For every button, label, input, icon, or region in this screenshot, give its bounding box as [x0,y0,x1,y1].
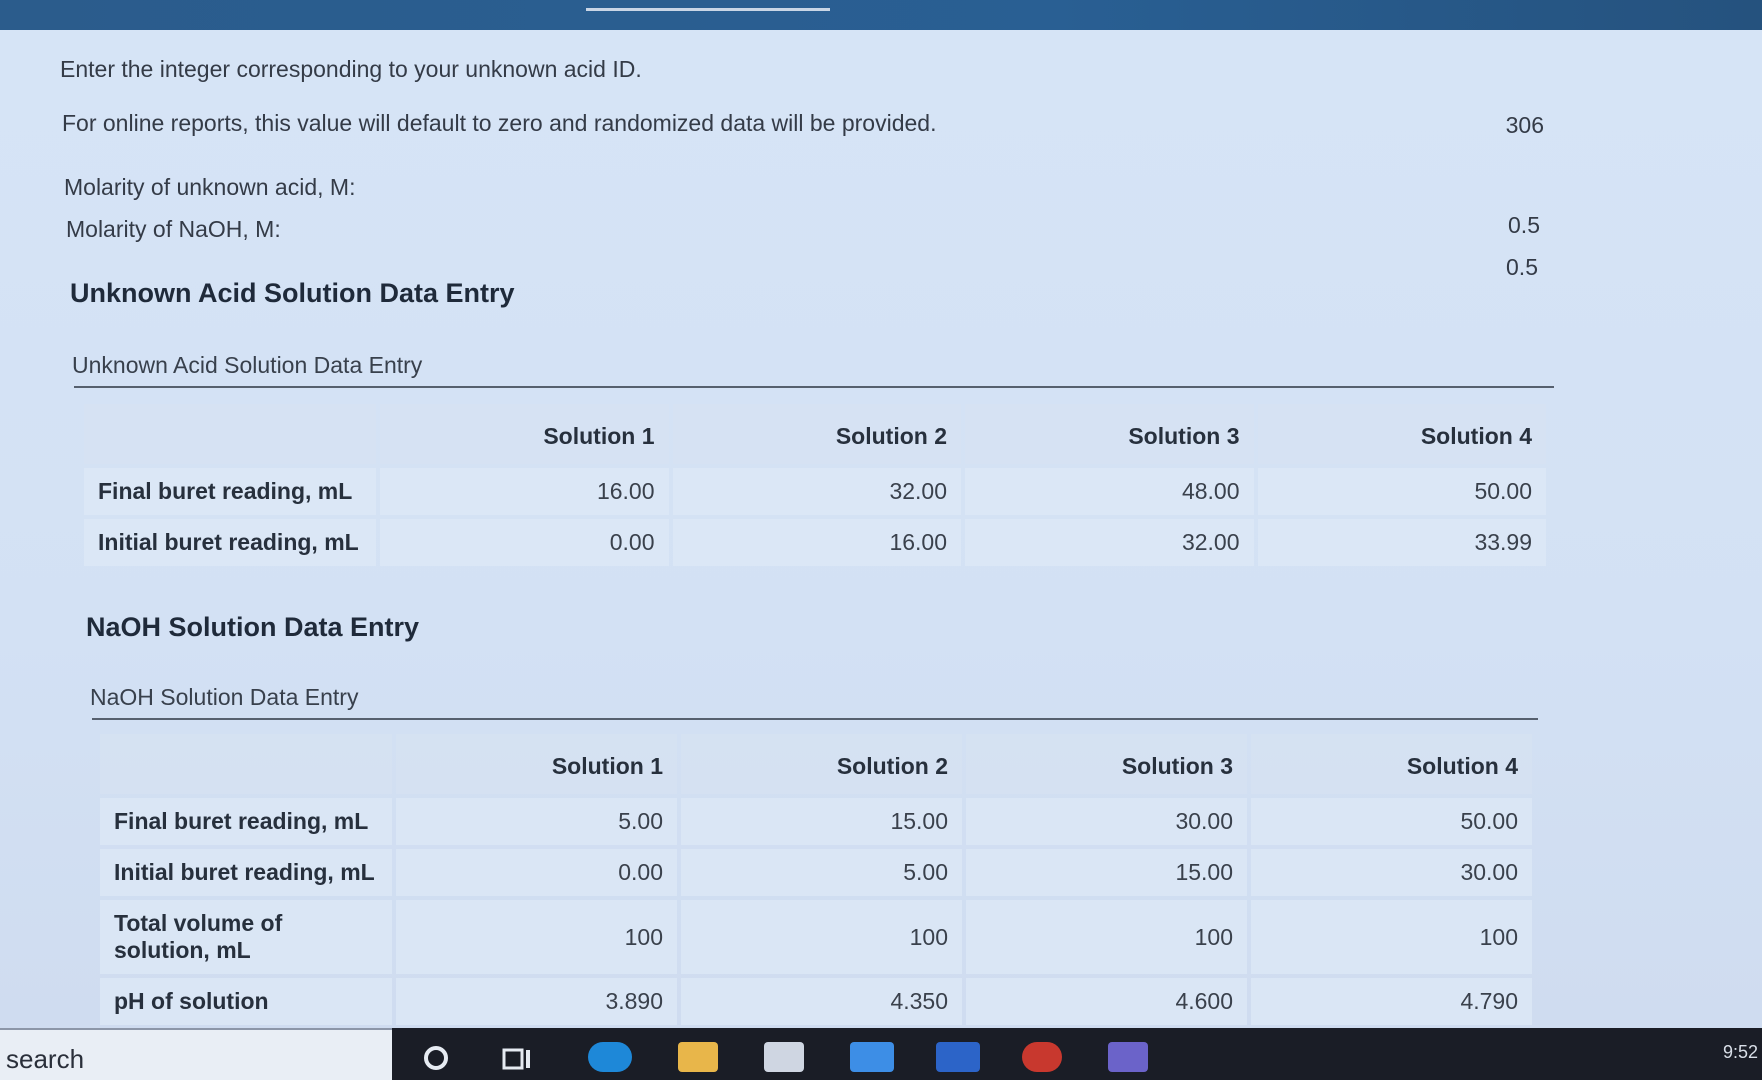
naoh-table-rule [92,718,1538,720]
acid-initial-solution-2[interactable]: 16.00 [672,519,961,566]
molarity-naoh-value[interactable]: 0.5 [1418,254,1538,281]
table-corner [84,404,376,464]
acid-final-solution-3[interactable]: 48.00 [965,468,1254,515]
naoh-row-final-label: Final buret reading, mL [100,798,392,845]
naoh-row-ph-label: pH of solution [100,978,392,1025]
acid-initial-solution-3[interactable]: 32.00 [965,519,1254,566]
naoh-volume-solution-3[interactable]: 100 [966,900,1247,974]
naoh-initial-solution-2[interactable]: 5.00 [681,849,962,896]
molarity-acid-value[interactable]: 0.5 [1420,212,1540,239]
molarity-acid-label: Molarity of unknown acid, M: [64,174,356,200]
acid-row-final-label: Final buret reading, mL [84,468,376,515]
word-icon[interactable] [936,1042,980,1072]
online-report-note: For online reports, this value will defa… [62,110,937,136]
table-corner [100,734,392,794]
table-row: pH of solution 3.890 4.350 4.600 4.790 [100,978,1532,1025]
naoh-final-solution-2[interactable]: 15.00 [681,798,962,845]
naoh-initial-solution-4[interactable]: 30.00 [1251,849,1532,896]
naoh-col-solution-3: Solution 3 [966,734,1247,794]
naoh-final-solution-1[interactable]: 5.00 [396,798,677,845]
acid-col-solution-4: Solution 4 [1257,404,1546,464]
windows-taskbar: search 9:52 [0,1028,1762,1080]
report-page: Enter the integer corresponding to your … [0,30,1762,1028]
acid-id-value[interactable]: 306 [1424,112,1544,139]
browser-top-bar [0,0,1762,30]
naoh-volume-solution-4[interactable]: 100 [1251,900,1532,974]
naoh-col-solution-2: Solution 2 [681,734,962,794]
acid-initial-solution-4[interactable]: 33.99 [1257,519,1546,566]
acid-col-solution-2: Solution 2 [672,404,961,464]
acid-id-instruction: Enter the integer corresponding to your … [60,56,642,82]
file-explorer-icon[interactable] [678,1042,718,1072]
store-icon[interactable] [764,1042,804,1072]
naoh-data-table: Solution 1 Solution 2 Solution 3 Solutio… [96,730,1536,1029]
teams-icon[interactable] [1108,1042,1148,1072]
app-icon[interactable] [1022,1042,1062,1072]
naoh-table-caption: NaOH Solution Data Entry [90,684,359,710]
edge-icon[interactable] [588,1042,632,1072]
acid-final-solution-4[interactable]: 50.00 [1257,468,1546,515]
naoh-ph-solution-1[interactable]: 3.890 [396,978,677,1025]
naoh-ph-solution-2[interactable]: 4.350 [681,978,962,1025]
naoh-final-solution-3[interactable]: 30.00 [966,798,1247,845]
naoh-ph-solution-3[interactable]: 4.600 [966,978,1247,1025]
mail-icon[interactable] [850,1042,894,1072]
acid-final-solution-2[interactable]: 32.00 [672,468,961,515]
acid-data-table: Solution 1 Solution 2 Solution 3 Solutio… [80,400,1550,570]
naoh-ph-solution-4[interactable]: 4.790 [1251,978,1532,1025]
acid-table-caption: Unknown Acid Solution Data Entry [72,352,423,378]
active-tab-indicator[interactable] [586,8,830,11]
molarity-naoh-label: Molarity of NaOH, M: [66,216,281,242]
naoh-row-total-volume-label: Total volume of solution, mL [100,900,392,974]
search-label: search [6,1044,85,1074]
naoh-volume-solution-2[interactable]: 100 [681,900,962,974]
acid-final-solution-1[interactable]: 16.00 [380,468,669,515]
taskbar-search-input[interactable]: search [0,1028,392,1080]
naoh-col-solution-4: Solution 4 [1251,734,1532,794]
table-row: Initial buret reading, mL 0.00 5.00 15.0… [100,849,1532,896]
acid-table-rule [74,386,1554,388]
acid-row-initial-label: Initial buret reading, mL [84,519,376,566]
naoh-section-title: NaOH Solution Data Entry [86,612,420,642]
cortana-icon[interactable] [418,1042,454,1072]
taskbar-clock[interactable]: 9:52 [1723,1042,1758,1063]
naoh-final-solution-4[interactable]: 50.00 [1251,798,1532,845]
table-row: Final buret reading, mL 5.00 15.00 30.00… [100,798,1532,845]
acid-col-solution-3: Solution 3 [965,404,1254,464]
naoh-row-initial-label: Initial buret reading, mL [100,849,392,896]
table-row: Total volume of solution, mL 100 100 100… [100,900,1532,974]
acid-initial-solution-1[interactable]: 0.00 [380,519,669,566]
acid-col-solution-1: Solution 1 [380,404,669,464]
naoh-initial-solution-3[interactable]: 15.00 [966,849,1247,896]
naoh-volume-solution-1[interactable]: 100 [396,900,677,974]
task-view-icon[interactable] [500,1042,536,1072]
acid-section-title: Unknown Acid Solution Data Entry [70,278,515,308]
naoh-initial-solution-1[interactable]: 0.00 [396,849,677,896]
naoh-col-solution-1: Solution 1 [396,734,677,794]
table-row: Final buret reading, mL 16.00 32.00 48.0… [84,468,1546,515]
table-row: Initial buret reading, mL 0.00 16.00 32.… [84,519,1546,566]
